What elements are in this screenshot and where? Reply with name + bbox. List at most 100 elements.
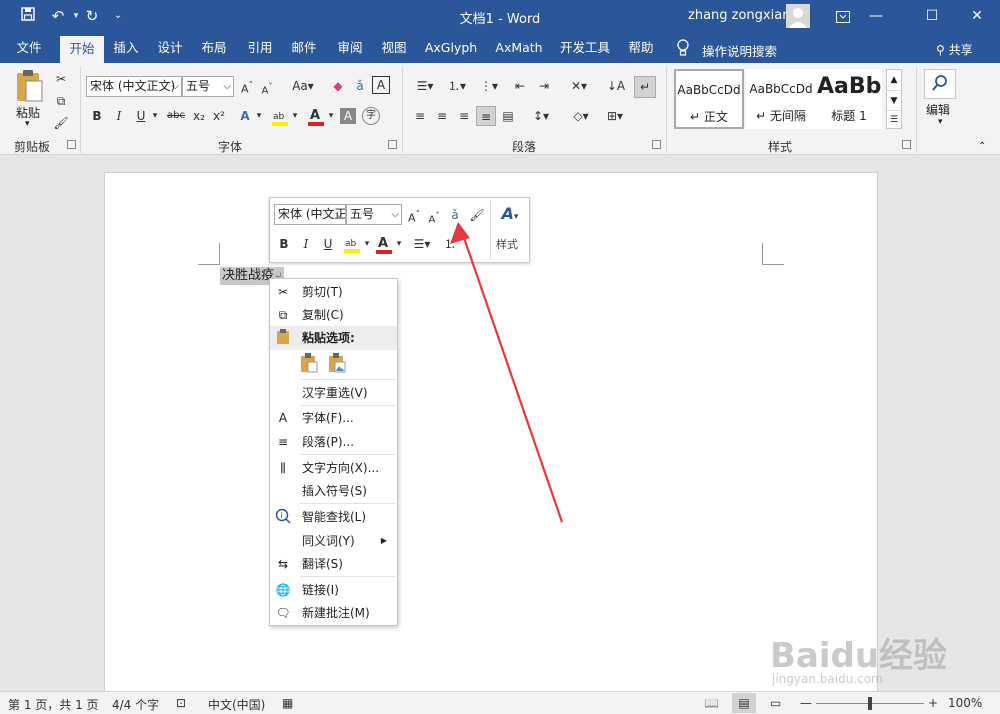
menu-item-new-comment[interactable]: 🗨 新建批注(M)	[270, 601, 397, 625]
font-color-dropdown-icon[interactable]: ▾	[326, 106, 336, 126]
menu-item-reconvert[interactable]: 汉字重选(V)	[270, 381, 397, 405]
phonetic-guide-icon[interactable]: ǎ	[350, 76, 370, 96]
menu-item-insert-symbol[interactable]: 插入符号(S)	[270, 479, 397, 503]
share-button[interactable]: ⚲ 共享	[936, 41, 973, 58]
page-count[interactable]: 第 1 页，共 1 页	[8, 696, 99, 713]
tab-layout[interactable]: 布局	[194, 33, 234, 63]
menu-item-synonyms[interactable]: 同义词(Y) ▶	[270, 529, 397, 553]
show-marks-icon[interactable]: ↵	[634, 76, 656, 98]
editing-dropdown-icon[interactable]: ▾	[938, 117, 943, 127]
styles-launcher-icon[interactable]	[902, 140, 911, 149]
enclose-characters-icon[interactable]: A	[372, 76, 390, 94]
tab-references[interactable]: 引用	[240, 33, 280, 63]
paste-icon[interactable]	[14, 69, 46, 103]
align-center-icon[interactable]: ≡	[432, 106, 452, 126]
text-effects-dropdown-icon[interactable]: ▾	[254, 106, 264, 126]
chevron-down-icon[interactable]: ▼	[887, 90, 901, 110]
style-normal[interactable]: AaBbCcDd ↵ 正文	[674, 69, 744, 129]
tab-axmath[interactable]: AxMath	[490, 33, 548, 63]
tab-help[interactable]: 帮助	[620, 33, 662, 63]
increase-indent-icon[interactable]: ⇥	[534, 76, 554, 96]
line-spacing-icon[interactable]: ↕▾	[526, 106, 556, 126]
justify-icon[interactable]: ≡	[476, 106, 496, 126]
copy-icon[interactable]: ⧉	[52, 91, 70, 111]
mini-bullets-icon[interactable]: ☰▾	[408, 234, 436, 254]
word-count[interactable]: 4/4 个字	[112, 696, 159, 713]
cut-icon[interactable]: ✂	[52, 69, 70, 89]
tab-file[interactable]: 文件	[6, 33, 52, 63]
maximize-icon[interactable]: ☐	[909, 0, 955, 33]
mini-bold-button[interactable]: B	[276, 234, 292, 254]
minimize-icon[interactable]: —	[853, 0, 899, 33]
editing-button[interactable]: 编辑	[926, 101, 950, 118]
menu-item-font[interactable]: A 字体(F)...	[270, 406, 397, 430]
chevron-up-icon[interactable]: ▲	[887, 70, 901, 90]
chinese-layout-icon[interactable]: ✕▾	[564, 76, 594, 96]
collapse-ribbon-icon[interactable]: ⌃	[978, 141, 986, 152]
style-heading-1[interactable]: AaBb 标题 1	[816, 69, 882, 129]
bold-button[interactable]: B	[88, 106, 106, 126]
mini-italic-button[interactable]: I	[298, 234, 314, 254]
multilevel-list-icon[interactable]: ⋮▾	[474, 76, 504, 96]
align-left-icon[interactable]: ≡	[410, 106, 430, 126]
zoom-out-icon[interactable]: —	[800, 696, 812, 710]
mini-highlight-dropdown-icon[interactable]: ▾	[362, 234, 372, 254]
menu-item-paragraph[interactable]: ≡ 段落(P)...	[270, 430, 397, 454]
font-name-combo[interactable]: 宋体 (中文正文) ⌵	[86, 76, 182, 97]
language-indicator[interactable]: 中文(中国)	[208, 696, 265, 713]
mini-grow-font-icon[interactable]: A˄	[406, 205, 422, 225]
shading-icon[interactable]: ◇▾	[566, 106, 596, 126]
grow-font-icon[interactable]: A˄	[238, 76, 256, 96]
strikethrough-button[interactable]: abc	[164, 106, 188, 126]
highlight-dropdown-icon[interactable]: ▾	[290, 106, 300, 126]
paste-picture-icon[interactable]	[328, 353, 348, 375]
sort-icon[interactable]: ↓A	[606, 76, 626, 96]
zoom-in-icon[interactable]: +	[928, 696, 938, 710]
tell-me-search[interactable]: 操作说明搜索	[702, 41, 777, 60]
borders-icon[interactable]: ⊞▾	[600, 106, 630, 126]
mini-highlight-color-icon[interactable]: ab	[342, 235, 362, 255]
menu-item-link[interactable]: 🌐 链接(I)	[270, 578, 397, 602]
vertical-scrollbar[interactable]	[990, 156, 1000, 691]
paste-keep-formatting-icon[interactable]	[300, 353, 320, 375]
mini-font-size-combo[interactable]: 五号 ⌵	[346, 204, 402, 225]
avatar[interactable]	[786, 4, 810, 28]
proofing-icon[interactable]: ⊡	[176, 696, 186, 710]
tab-developer[interactable]: 开发工具	[556, 33, 614, 63]
menu-item-smart-lookup[interactable]: i 智能查找(L)	[270, 505, 397, 529]
user-name[interactable]: zhang zongxian	[688, 8, 790, 23]
text-effects-icon[interactable]: A	[236, 106, 254, 126]
tab-design[interactable]: 设计	[150, 33, 190, 63]
change-case-button[interactable]: Aa▾	[288, 76, 318, 96]
styles-gallery-scroll[interactable]: ▲ ▼ ☰	[886, 69, 902, 129]
distributed-icon[interactable]: ▤	[498, 106, 518, 126]
menu-item-translate[interactable]: ⇆ 翻译(S)	[270, 552, 397, 576]
character-shading-icon[interactable]: A	[340, 108, 356, 124]
paste-dropdown-icon[interactable]: ▾	[25, 119, 30, 129]
search-icon[interactable]	[924, 69, 956, 99]
menu-item-cut[interactable]: ✂ 剪切(T)	[270, 280, 397, 304]
shrink-font-icon[interactable]: A˅	[258, 76, 276, 96]
font-launcher-icon[interactable]	[388, 140, 397, 149]
read-mode-icon[interactable]: 📖	[704, 696, 719, 710]
mini-font-color-dropdown-icon[interactable]: ▾	[394, 234, 404, 254]
superscript-button[interactable]: x²	[210, 106, 228, 126]
underline-button[interactable]: U	[132, 106, 150, 126]
tab-view[interactable]: 视图	[374, 33, 414, 63]
style-no-spacing[interactable]: AaBbCcDd ↵ 无间隔	[746, 69, 816, 129]
font-size-combo[interactable]: 五号 ⌵	[182, 76, 234, 97]
format-painter-icon[interactable]: 🖌	[52, 113, 70, 133]
paragraph-launcher-icon[interactable]	[652, 140, 661, 149]
highlight-color-icon[interactable]: ab	[270, 108, 290, 128]
italic-button[interactable]: I	[110, 106, 128, 126]
tab-review[interactable]: 审阅	[330, 33, 370, 63]
font-color-icon[interactable]: A	[306, 106, 326, 128]
more-icon[interactable]: ☰	[887, 110, 901, 128]
macro-icon[interactable]: ▦	[282, 696, 293, 710]
web-layout-icon[interactable]: ▭	[770, 696, 781, 710]
menu-item-text-direction[interactable]: ⫼ 文字方向(X)...	[270, 456, 397, 480]
close-icon[interactable]: ✕	[954, 0, 1000, 33]
menu-item-copy[interactable]: ⧉ 复制(C)	[270, 303, 397, 327]
clipboard-launcher-icon[interactable]	[67, 140, 76, 149]
mini-font-color-icon[interactable]: A	[374, 234, 394, 256]
